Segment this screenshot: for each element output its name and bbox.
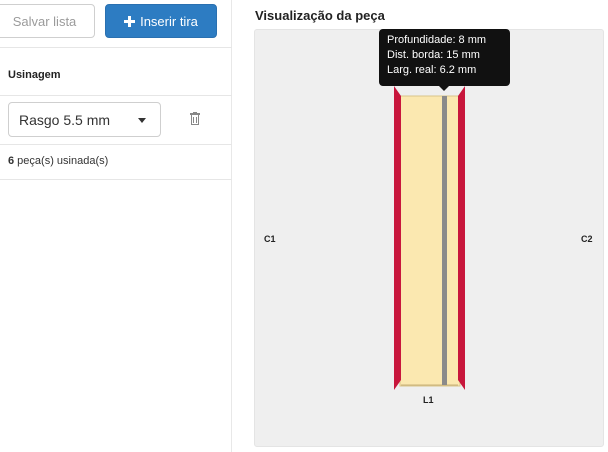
edge-band-right [458, 86, 465, 390]
edge-label-c2: C2 [581, 234, 593, 244]
tooltip-arrow [439, 86, 449, 91]
tooltip-depth: Profundidade: 8 mm [387, 34, 487, 46]
tooltip-real-width: Larg. real: 6.2 mm [387, 64, 477, 76]
piece-body [399, 95, 461, 387]
edge-band-left [394, 86, 401, 390]
edge-label-l1: L1 [423, 395, 434, 405]
groove-slot [442, 96, 447, 385]
groove-tooltip: Profundidade: 8 mm Dist. borda: 15 mm La… [379, 29, 510, 91]
app-root: Salvar lista Inserir tira Usinagem Rasgo… [0, 0, 608, 452]
edge-label-c1: C1 [264, 234, 276, 244]
tooltip-edge-distance: Dist. borda: 15 mm [387, 49, 480, 61]
piece-drawing [394, 86, 465, 390]
